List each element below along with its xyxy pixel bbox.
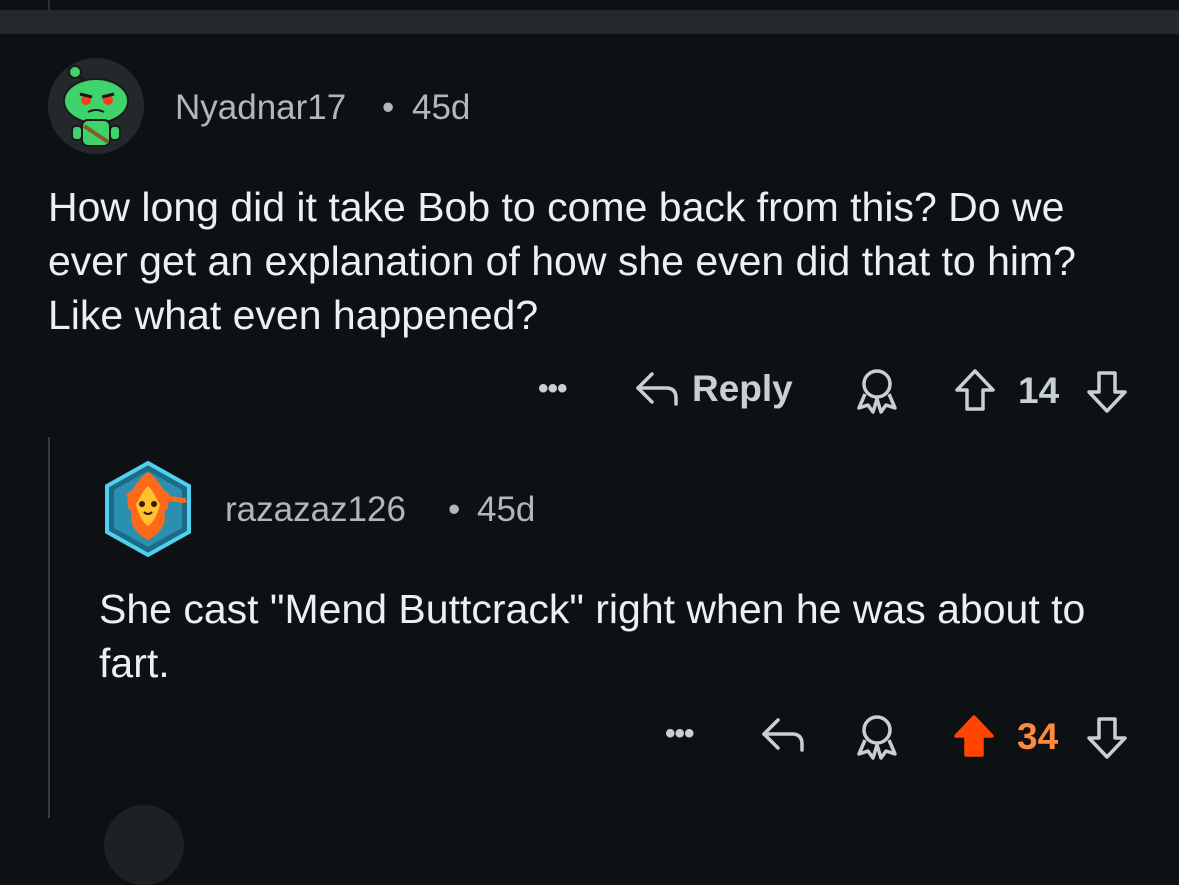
downvote-arrow-icon bbox=[1087, 717, 1127, 759]
meta-separator: • bbox=[382, 88, 395, 127]
fire-creature-avatar-icon bbox=[105, 460, 191, 558]
more-options-button[interactable]: ••• bbox=[538, 372, 567, 406]
award-icon bbox=[857, 715, 897, 760]
meta-separator: • bbox=[448, 490, 461, 529]
snoo-green-avatar-icon bbox=[48, 58, 144, 154]
more-options-button[interactable]: ••• bbox=[665, 717, 694, 751]
downvote-button[interactable] bbox=[1083, 368, 1131, 416]
award-icon bbox=[857, 369, 897, 414]
comment-body: How long did it take Bob to come back fr… bbox=[48, 184, 1076, 338]
reply-button[interactable]: Reply bbox=[632, 366, 793, 412]
reply-arrow-icon bbox=[636, 372, 678, 406]
award-button[interactable] bbox=[853, 366, 901, 414]
reply-arrow-icon bbox=[762, 718, 804, 752]
thread-line-top bbox=[48, 0, 50, 10]
vote-score: 34 bbox=[1017, 716, 1059, 757]
avatar[interactable] bbox=[102, 460, 194, 558]
award-button[interactable] bbox=[853, 712, 901, 760]
upvote-arrow-icon bbox=[955, 369, 995, 411]
upvote-button[interactable] bbox=[950, 712, 998, 760]
thread-line[interactable] bbox=[48, 437, 50, 818]
avatar[interactable] bbox=[104, 805, 184, 885]
reply-label: Reply bbox=[692, 368, 793, 409]
avatar[interactable] bbox=[48, 58, 144, 154]
vote-score: 14 bbox=[1018, 370, 1060, 411]
downvote-arrow-icon bbox=[1087, 371, 1127, 413]
section-divider bbox=[0, 10, 1179, 34]
comment-body: She cast "Mend Buttcrack" right when he … bbox=[99, 586, 1086, 686]
reply-button[interactable] bbox=[758, 712, 808, 758]
downvote-button[interactable] bbox=[1083, 714, 1131, 762]
comment-age: 45d bbox=[412, 88, 471, 127]
comment-age: 45d bbox=[477, 490, 536, 529]
upvote-button[interactable] bbox=[951, 366, 999, 414]
comment-username[interactable]: razazaz126 bbox=[225, 490, 406, 530]
comment-username[interactable]: Nyadnar17 bbox=[175, 88, 346, 128]
upvote-arrow-icon bbox=[954, 715, 994, 757]
